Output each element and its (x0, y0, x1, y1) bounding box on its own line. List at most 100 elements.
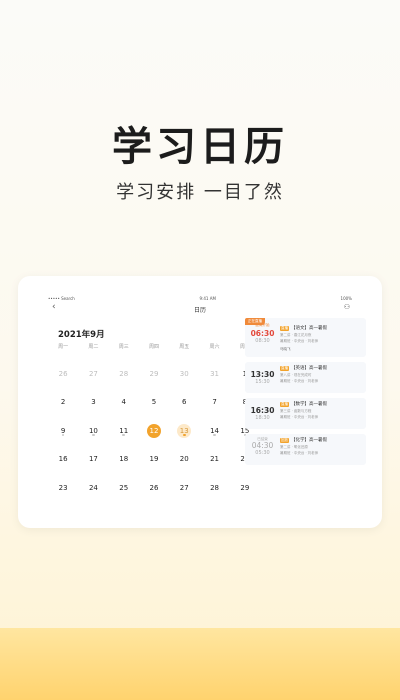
calendar-day[interactable]: 24 (78, 475, 108, 503)
calendar-day[interactable]: 16 (48, 446, 78, 474)
calendar-day[interactable]: 4 (109, 389, 139, 417)
day-number: 2 (60, 398, 66, 407)
start-time: 06:30 (250, 329, 275, 338)
calendar-day[interactable]: 9 (48, 418, 78, 446)
carrier-label: ••••• Search (48, 295, 75, 301)
day-number: 17 (88, 455, 98, 464)
calendar-week-row: 16171819202122 (48, 446, 260, 474)
calendar-day[interactable]: 14 (199, 418, 229, 446)
calendar-day[interactable]: 27 (169, 475, 199, 503)
calendar-day[interactable]: 10 (78, 418, 108, 446)
day-number: 26 (58, 370, 68, 378)
month-label: 2021年9月 (58, 330, 105, 340)
teacher-name: 马晓飞 (280, 347, 291, 351)
lesson-info: 暑期班 · 中央台 · 刘老师 (280, 339, 319, 343)
calendar-day[interactable]: 28 (199, 475, 229, 503)
calendar-day[interactable]: 5 (139, 389, 169, 417)
calendar-day[interactable]: 19 (139, 446, 169, 474)
calendar-day[interactable]: 29 (230, 475, 260, 503)
calendar-day[interactable]: 23 (48, 475, 78, 503)
weekday-label: 周一 (58, 344, 69, 350)
calendar-day[interactable]: 17 (78, 446, 108, 474)
calendar-week-row: 23 24 25 26 27 28 29 (48, 475, 260, 503)
end-time: 18:30 (255, 415, 270, 421)
calendar-day[interactable]: 29 (139, 361, 169, 389)
day-number: 27 (88, 370, 98, 378)
lesson-title: 【化学】高一暑假 (291, 438, 327, 443)
day-number: 25 (119, 483, 129, 492)
schedule-card[interactable]: 16:30 18:30 直播 【数学】高一暑假第三讲 · 函数与方程暑期班 · 中央台… (245, 398, 366, 429)
calendar-week-row: 2627282930311 (48, 361, 260, 389)
lesson-info: 暑期班 · 中央台 · 刘老师 (280, 451, 319, 455)
calendar-day[interactable]: 30 (169, 361, 199, 389)
lesson-subtitle: 第二讲 · 春江花月夜 (280, 333, 312, 337)
calendar-day[interactable]: 31 (199, 361, 229, 389)
schedule-card[interactable]: 正在直播 距离开始 06:30 08:30 直播 【语文】高一暑假 第二讲 · 春江花月夜暑… (245, 318, 366, 357)
back-icon[interactable]: ‹ (52, 302, 56, 312)
calendar-day[interactable]: 20 (169, 446, 199, 474)
day-number: 16 (58, 455, 68, 464)
day-number: 18 (119, 455, 129, 464)
end-time: 08:30 (255, 338, 270, 344)
calendar-day[interactable]: 6 (169, 389, 199, 417)
nav-bar: ‹ 日历 ⚇ (48, 302, 352, 315)
day-number: 3 (91, 398, 96, 407)
calendar-day[interactable]: 11 (109, 418, 139, 446)
weekday-label: 周二 (88, 344, 99, 350)
day-number: 29 (149, 370, 159, 378)
calendar-day-selected[interactable]: 12 (139, 418, 169, 446)
calendar-day[interactable]: 28 (109, 361, 139, 389)
calendar-day[interactable]: 27 (78, 361, 108, 389)
schedule-card[interactable]: 13:30 15:30 直播 【英语】高一暑假 第八讲 · 现在完成时 暑期班 · 中央台… (245, 362, 366, 393)
day-number: 31 (210, 370, 219, 378)
calendar-day[interactable]: 26 (48, 361, 78, 389)
day-number: 26 (149, 483, 159, 492)
hero-title: 学习日历 (112, 124, 288, 170)
calendar-day[interactable]: 25 (109, 475, 139, 503)
lesson-badge: 直播 (280, 366, 289, 371)
day-number: 28 (210, 483, 219, 492)
lesson-title: 【数学】高一暑假 (291, 402, 327, 407)
day-number: 5 (151, 398, 157, 407)
lesson-badge: 直播 (280, 402, 289, 407)
day-number: 21 (210, 455, 219, 464)
calendar-grid: 2627282930311234567891011121314151617181… (48, 361, 260, 503)
schedule-card[interactable]: 已结束 04:30 05:30 回放 【化学】高一暑假 第二讲 · 氧化还原 暑期班 · 中… (245, 434, 366, 465)
tablet-screenshot: ••••• Search 9:41 AM 100% ‹ 日历 ⚇ 2021年9月… (18, 276, 382, 528)
weekday-label: 周六 (209, 344, 220, 350)
calendar-day[interactable]: 13 (169, 418, 199, 446)
day-number: 27 (179, 483, 189, 492)
calendar-week-row: 2345678 (48, 389, 260, 417)
day-number: 4 (121, 398, 126, 407)
calendar-day[interactable]: 18 (109, 446, 139, 474)
calendar-day[interactable]: 3 (78, 389, 108, 417)
time-label: 9:41 AM (199, 295, 216, 301)
start-time: 16:30 (250, 406, 275, 415)
schedule-status: 距离开始 (255, 323, 270, 327)
lesson-info: 暑期班 · 中央台 · 刘老师 (280, 415, 319, 419)
event-dot (182, 433, 186, 437)
start-time: 13:30 (250, 370, 275, 379)
bottom-band (0, 628, 400, 700)
weekday-label: 周三 (118, 344, 129, 350)
day-number: 7 (212, 398, 217, 407)
lesson-subtitle: 第三讲 · 函数与方程 (280, 409, 312, 413)
day-number: 30 (179, 370, 189, 378)
weekday-header: 周一周二周三周四周五周六周日 (48, 343, 260, 350)
user-icon[interactable]: ⚇ (344, 303, 350, 311)
battery-label: 100% (340, 295, 352, 301)
day-number: 20 (179, 455, 189, 464)
day-number: 24 (88, 483, 98, 492)
hero-subtitle: 学习安排 一目了然 (116, 182, 284, 203)
schedule-list: 正在直播 距离开始 06:30 08:30 直播 【语文】高一暑假 第二讲 · 春江花月夜暑… (245, 318, 366, 470)
day-number: 19 (149, 455, 159, 464)
calendar-day[interactable]: 2 (48, 389, 78, 417)
calendar-day[interactable]: 26 (139, 475, 169, 503)
calendar-day[interactable]: 21 (199, 446, 229, 474)
lesson-title: 【语文】高一暑假 (291, 326, 327, 331)
lesson-title: 【英语】高一暑假 (291, 366, 327, 371)
nav-title: 日历 (193, 306, 206, 314)
calendar-day[interactable]: 7 (199, 389, 229, 417)
end-time: 05:30 (255, 450, 270, 456)
weekday-label: 周五 (179, 344, 190, 350)
